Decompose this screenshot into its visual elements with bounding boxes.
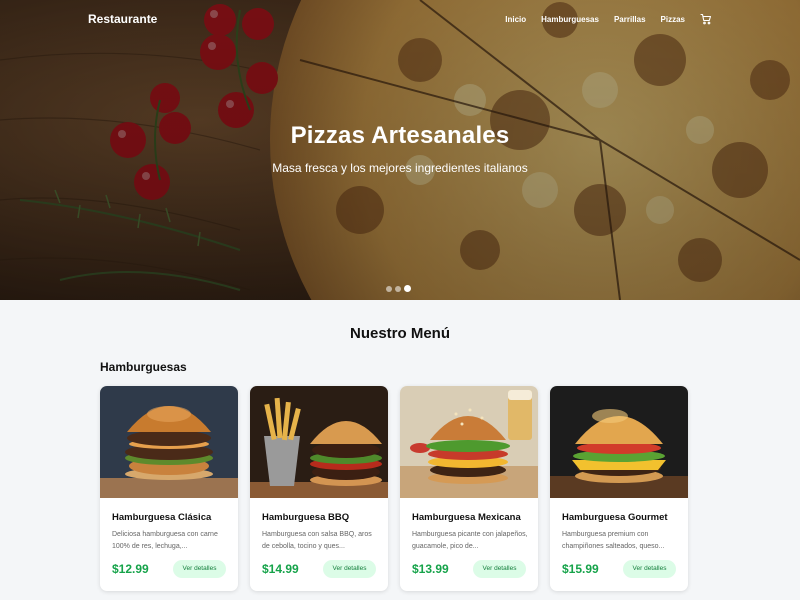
card-title: Hamburguesa Clásica bbox=[112, 512, 212, 523]
hero-subtitle: Masa fresca y los mejores ingredientes i… bbox=[272, 161, 528, 175]
nav-link-pizzas[interactable]: Pizzas bbox=[661, 15, 685, 24]
menu-card-clasica[interactable]: Hamburguesa Clásica Deliciosa hamburgues… bbox=[100, 386, 238, 591]
card-description: Hamburguesa con salsa BBQ, aros de cebol… bbox=[262, 531, 372, 550]
navbar: Restaurante Inicio Hamburguesas Parrilla… bbox=[0, 0, 800, 40]
ver-detalles-button[interactable]: Ver detalles bbox=[173, 560, 226, 578]
card-description: Hamburguesa premium con champiñones salt… bbox=[562, 531, 665, 550]
section-title: Hamburguesas bbox=[100, 360, 187, 374]
ver-detalles-button[interactable]: Ver detalles bbox=[473, 560, 526, 578]
hero-title: Pizzas Artesanales bbox=[290, 122, 510, 149]
nav-link-parrillas[interactable]: Parrillas bbox=[614, 15, 646, 24]
nav-link-hamburguesas[interactable]: Hamburguesas bbox=[541, 15, 599, 24]
carousel-dot-3[interactable] bbox=[404, 285, 411, 292]
menu-card-mexicana[interactable]: Hamburguesa Mexicana Hamburguesa picante… bbox=[400, 386, 538, 591]
hero-overlay bbox=[0, 0, 800, 300]
menu-card-bbq[interactable]: Hamburguesa BBQ Hamburguesa con salsa BB… bbox=[250, 386, 388, 591]
card-description: Hamburguesa picante con jalapeños, guaca… bbox=[412, 531, 528, 550]
cart-icon[interactable] bbox=[700, 13, 712, 25]
burger-bbq-image bbox=[250, 386, 388, 498]
card-price: $12.99 bbox=[112, 562, 149, 576]
menu-title: Nuestro Menú bbox=[349, 325, 450, 342]
card-price: $13.99 bbox=[412, 562, 449, 576]
card-price: $14.99 bbox=[262, 562, 299, 576]
card-price: $15.99 bbox=[562, 562, 599, 576]
card-description: Deliciosa hamburguesa con carne 100% de … bbox=[112, 531, 218, 550]
brand-logo[interactable]: Restaurante bbox=[88, 12, 157, 26]
nav-link-inicio[interactable]: Inicio bbox=[505, 15, 526, 24]
ver-detalles-button[interactable]: Ver detalles bbox=[323, 560, 376, 578]
hero-carousel: Restaurante Inicio Hamburguesas Parrilla… bbox=[0, 0, 800, 300]
card-title: Hamburguesa Mexicana bbox=[412, 512, 521, 523]
card-title: Hamburguesa BBQ bbox=[262, 512, 350, 523]
menu-card-gourmet[interactable]: Hamburguesa Gourmet Hamburguesa premium … bbox=[550, 386, 688, 591]
burger-gourmet-image bbox=[550, 386, 688, 498]
card-title: Hamburguesa Gourmet bbox=[562, 512, 668, 523]
burger-mexicana-image bbox=[400, 386, 538, 498]
burger-clasica-image bbox=[100, 386, 238, 498]
carousel-dot-1[interactable] bbox=[386, 285, 392, 292]
carousel-indicators bbox=[386, 285, 414, 292]
nav-links: Inicio Hamburguesas Parrillas Pizzas bbox=[490, 13, 712, 25]
ver-detalles-button[interactable]: Ver detalles bbox=[623, 560, 676, 578]
carousel-dot-2[interactable] bbox=[395, 285, 401, 292]
